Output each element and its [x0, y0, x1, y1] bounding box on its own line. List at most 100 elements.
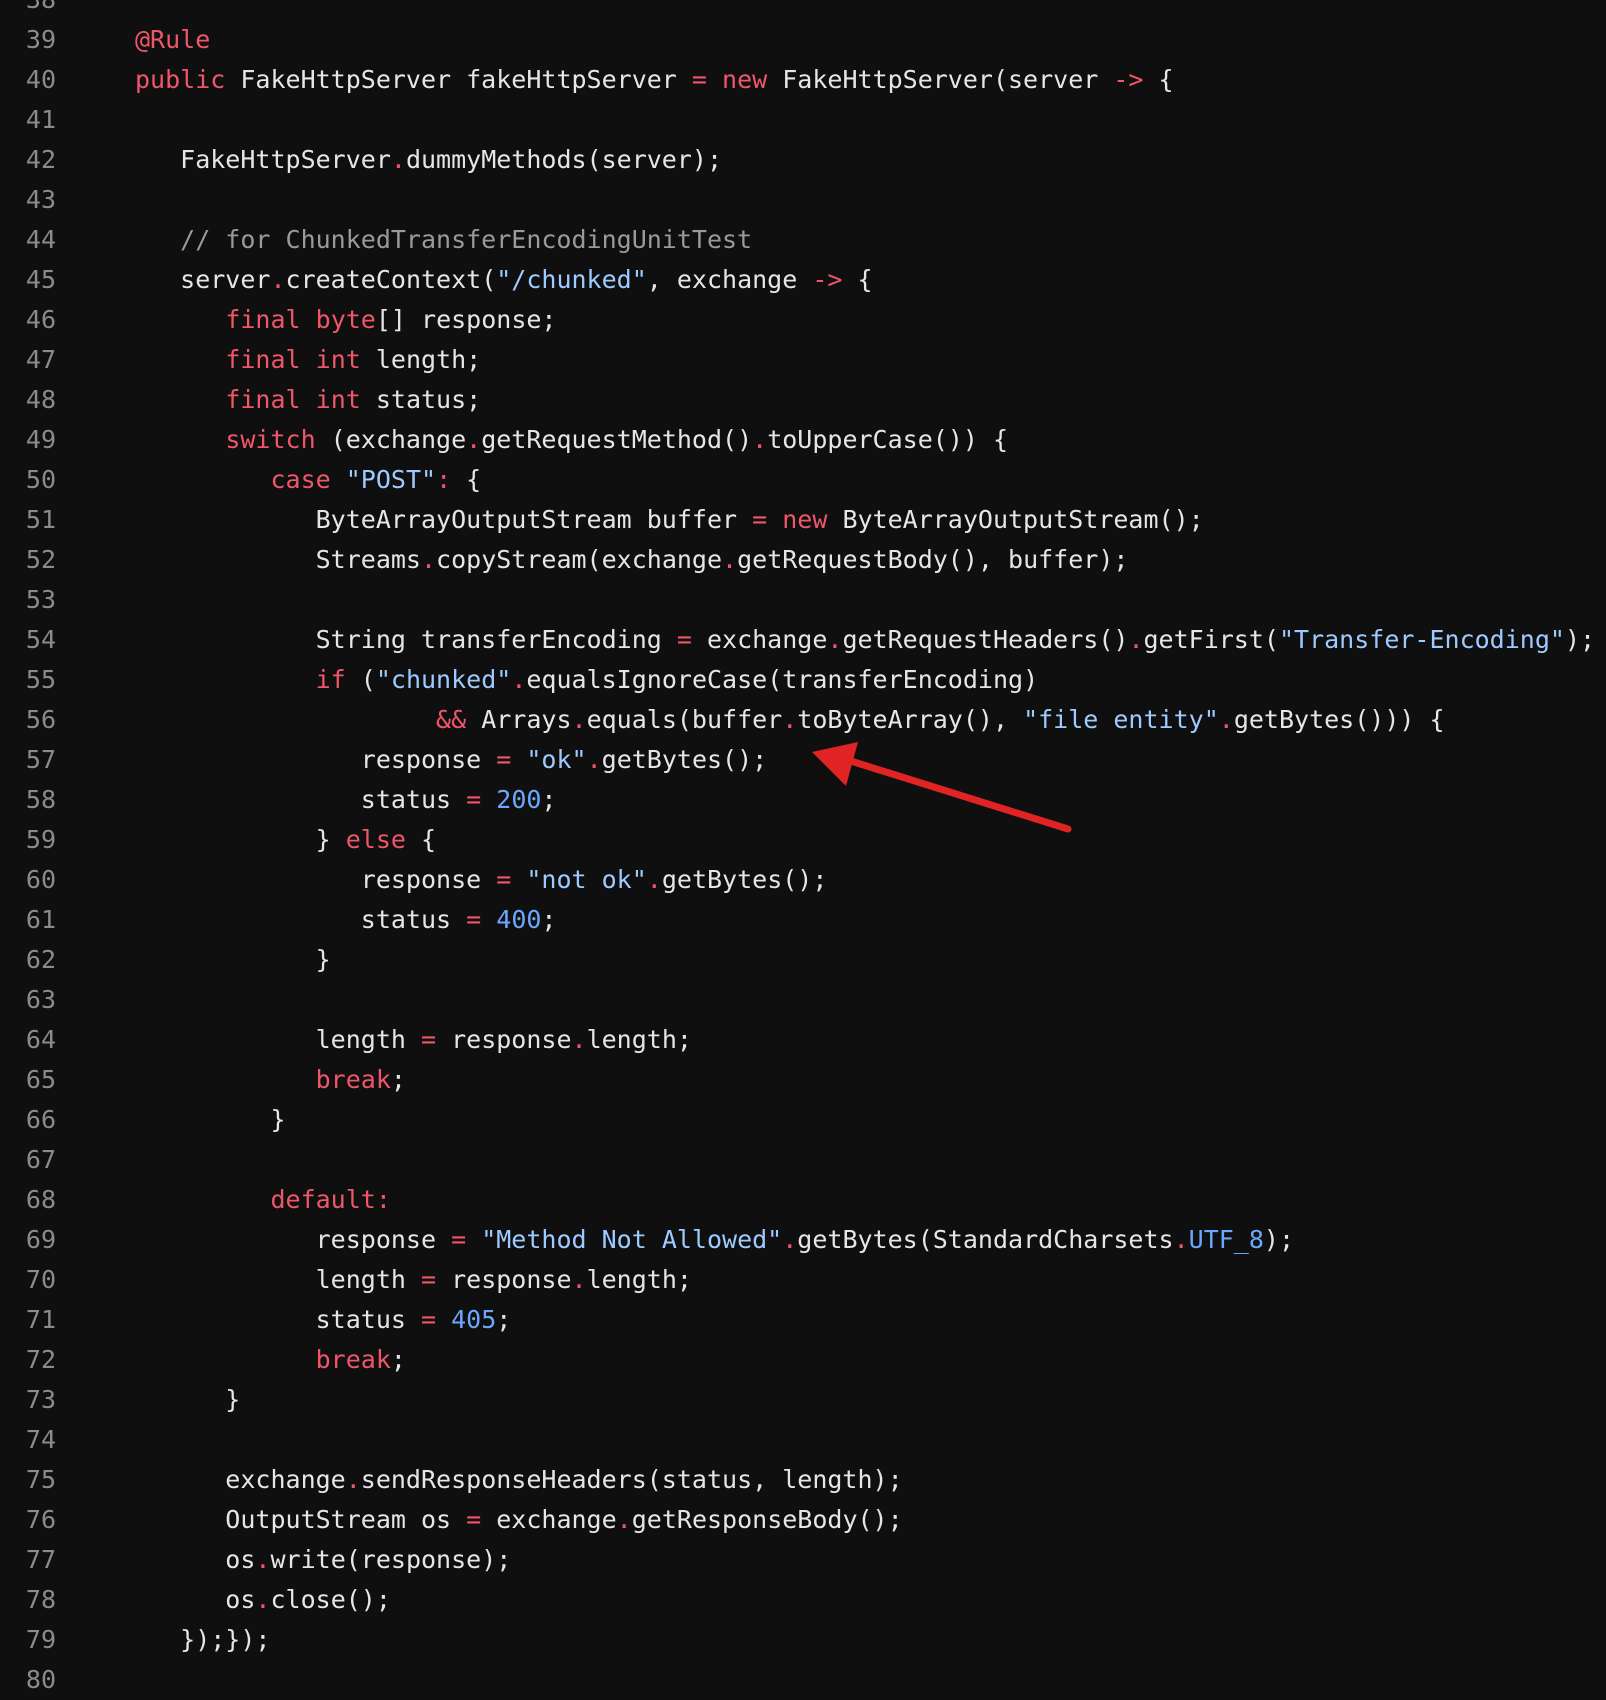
code-text: public FakeHttpServer fakeHttpServer = n…	[135, 60, 1174, 100]
line-number: 40	[25, 65, 56, 94]
code-text: }	[135, 940, 331, 980]
code-token: }	[135, 1385, 241, 1414]
code-line: 59 } else {	[0, 820, 1606, 860]
code-line: 43	[0, 180, 1606, 220]
line-number: 49	[25, 425, 56, 454]
code-token: response	[135, 865, 497, 894]
code-token: ;	[541, 905, 557, 934]
code-line: 53	[0, 580, 1606, 620]
code-text: }	[135, 1380, 240, 1420]
code-token: if	[315, 665, 346, 694]
line-number: 76	[25, 1505, 56, 1534]
code-line: 52 Streams.copyStream(exchange.getReques…	[0, 540, 1606, 580]
code-token: equalsIgnoreCase(transferEncoding)	[526, 665, 1039, 694]
line-number: 64	[25, 1025, 56, 1054]
code-token: =	[691, 65, 707, 94]
code-token: .	[616, 1505, 632, 1534]
code-token: write(response);	[270, 1545, 512, 1574]
line-number: 65	[25, 1065, 56, 1094]
code-text: exchange.sendResponseHeaders(status, len…	[135, 1460, 902, 1500]
line-number: 70	[25, 1265, 56, 1294]
code-token: .	[571, 705, 587, 734]
code-token: length;	[360, 345, 482, 374]
line-number: 80	[25, 1665, 56, 1694]
line-number: 47	[25, 345, 56, 374]
line-number: 61	[25, 905, 56, 934]
code-token: else	[345, 825, 406, 854]
code-line: 61 status = 400;	[0, 900, 1606, 940]
code-text: @Rule	[135, 20, 210, 60]
code-token: }	[135, 825, 346, 854]
code-token: close();	[270, 1585, 391, 1614]
line-number: 41	[25, 105, 56, 134]
code-token: status	[135, 905, 467, 934]
line-number: 55	[25, 665, 56, 694]
code-text: });});	[135, 1620, 270, 1660]
code-editor: 38 39 @Rule 40 public FakeHttpServer fakeHtt…	[0, 0, 1606, 1694]
code-token: response	[436, 1025, 572, 1054]
line-number: 74	[25, 1425, 56, 1454]
code-line: 45 server.createContext("/chunked", exch…	[0, 260, 1606, 300]
line-number: 42	[25, 145, 56, 174]
code-token: // for ChunkedTransferEncodingUnitTest	[135, 225, 753, 254]
code-token: final	[225, 305, 301, 334]
code-token: response	[135, 1225, 452, 1254]
code-token: status;	[360, 385, 482, 414]
code-token: );	[1263, 1225, 1295, 1254]
code-token: break	[315, 1065, 391, 1094]
code-text: os.write(response);	[135, 1540, 511, 1580]
line-number: 72	[25, 1345, 56, 1374]
code-line: 60 response = "not ok".getBytes();	[0, 860, 1606, 900]
code-token: ;	[541, 785, 557, 814]
code-line: 55 if ("chunked".equalsIgnoreCase(transf…	[0, 660, 1606, 700]
code-token: server	[135, 265, 271, 294]
code-token: {	[1143, 65, 1174, 94]
line-number: 53	[25, 585, 56, 614]
code-token: OutputStream os	[135, 1505, 467, 1534]
code-token: .	[586, 745, 602, 774]
code-line: 46 final byte[] response;	[0, 300, 1606, 340]
code-token: "Method Not Allowed"	[481, 1225, 783, 1254]
code-token: case	[270, 465, 331, 494]
code-token: .	[1128, 625, 1144, 654]
code-token: ByteArrayOutputStream buffer	[135, 505, 753, 534]
code-line: 39 @Rule	[0, 20, 1606, 60]
code-token: getBytes())) {	[1233, 705, 1445, 734]
code-token: exchange	[691, 625, 828, 654]
code-line: 38	[0, 0, 1606, 20]
line-number: 75	[25, 1465, 56, 1494]
code-token: =	[496, 745, 512, 774]
code-text: switch (exchange.getRequestMethod().toUp…	[135, 420, 1008, 460]
code-token: public	[135, 65, 226, 94]
code-line: 41	[0, 100, 1606, 140]
code-text: server.createContext("/chunked", exchang…	[135, 260, 872, 300]
code-line: 80	[0, 1660, 1606, 1700]
code-token: Streams	[135, 545, 421, 574]
line-number: 54	[25, 625, 56, 654]
code-token: .	[420, 545, 437, 574]
line-number: 38	[0, 0, 56, 20]
code-token: exchange	[481, 1505, 617, 1534]
code-line: 73 }	[0, 1380, 1606, 1420]
line-number: 46	[25, 305, 56, 334]
code-token: .	[390, 145, 406, 174]
code-text: response = "ok".getBytes();	[135, 740, 767, 780]
line-number: 68	[25, 1185, 56, 1214]
code-token: os	[135, 1585, 256, 1614]
code-token: .	[466, 425, 482, 454]
code-token: "chunked"	[375, 665, 512, 694]
code-token: .	[511, 665, 527, 694]
code-token: length;	[586, 1265, 692, 1294]
code-text: length = response.length;	[135, 1260, 692, 1300]
code-token: Arrays	[466, 705, 572, 734]
code-text: FakeHttpServer.dummyMethods(server);	[135, 140, 722, 180]
code-token: .	[782, 1225, 798, 1254]
